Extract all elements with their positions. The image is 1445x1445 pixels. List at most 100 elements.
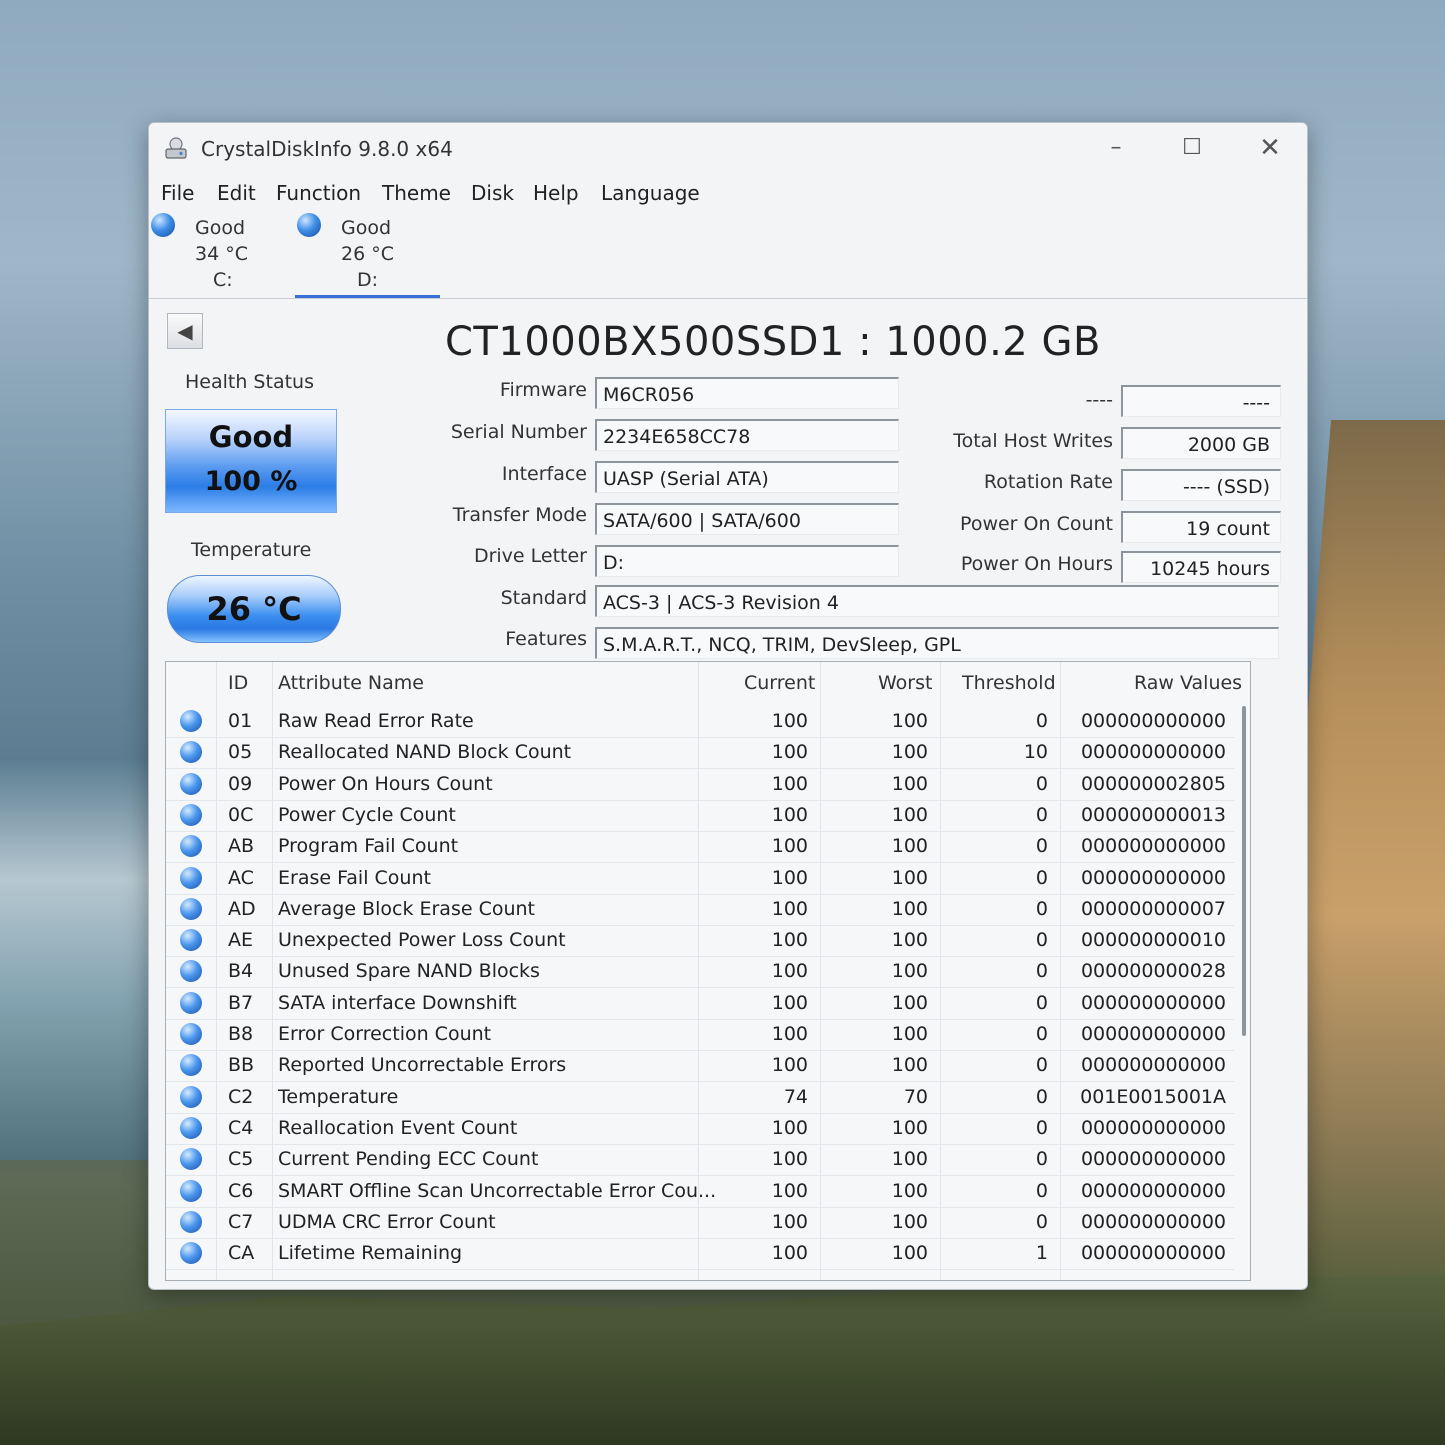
attribute-raw-value: 000000000000 — [1080, 1179, 1226, 1202]
attribute-worst: 100 — [891, 772, 928, 795]
menu-edit[interactable]: Edit — [217, 181, 256, 205]
column-header-threshold[interactable]: Threshold — [962, 672, 1056, 694]
attribute-current: 100 — [771, 1054, 808, 1077]
minimize-button[interactable]: – — [1093, 131, 1139, 165]
firmware-label: Firmware — [499, 379, 587, 401]
table-row[interactable]: AD Average Block Erase Count 100 100 0 000000… — [166, 894, 1234, 926]
menu-function[interactable]: Function — [276, 181, 361, 205]
attribute-raw-value: 000000002805 — [1080, 772, 1226, 795]
attribute-worst: 100 — [891, 1054, 928, 1077]
power-on-count-label: Power On Count — [960, 513, 1113, 535]
rotation-rate-field: ---- (SSD) — [1121, 469, 1281, 501]
attribute-id: C4 — [228, 1116, 254, 1139]
column-header-current[interactable]: Current — [744, 672, 815, 694]
close-button[interactable]: ✕ — [1247, 131, 1293, 165]
table-row[interactable]: B8 Error Correction Count 100 100 0 000000000… — [166, 1019, 1234, 1051]
app-disk-icon — [165, 137, 187, 159]
table-row[interactable]: AC Erase Fail Count 100 100 0 000000000000 — [166, 863, 1234, 895]
column-header-worst[interactable]: Worst — [878, 672, 932, 694]
drive-tab-d[interactable]: Good 26 °C D: — [295, 211, 440, 298]
attribute-name: Erase Fail Count — [278, 866, 431, 889]
attribute-threshold: 0 — [1035, 897, 1048, 920]
table-row[interactable]: B4 Unused Spare NAND Blocks 100 100 0 0000000… — [166, 956, 1234, 989]
attribute-threshold: 0 — [1035, 803, 1048, 826]
serial-number-field: 2234E658CC78 — [595, 419, 899, 451]
menu-help[interactable]: Help — [533, 181, 579, 205]
attribute-worst: 100 — [891, 929, 928, 952]
table-row[interactable]: C2 Temperature 74 70 0 001E0015001A — [166, 1082, 1234, 1114]
attribute-worst: 100 — [891, 897, 928, 920]
attribute-status-orb-icon — [180, 1116, 202, 1139]
attribute-id: C7 — [228, 1210, 254, 1233]
table-row[interactable]: B7 SATA interface Downshift 100 100 0 0000000… — [166, 988, 1234, 1020]
desktop-surf — [0, 760, 170, 1160]
table-scrollbar[interactable] — [1242, 706, 1246, 1036]
table-row[interactable]: C4 Reallocation Event Count 100 100 0 0000000… — [166, 1113, 1234, 1145]
menu-bar: File Edit Function Theme Disk Help Langu… — [149, 175, 1307, 211]
attribute-name: UDMA CRC Error Count — [278, 1210, 496, 1233]
drive-tab-c[interactable]: Good 34 °C C: — [151, 211, 296, 295]
table-row[interactable]: 05 Reallocated NAND Block Count 100 100 10 00… — [166, 737, 1234, 770]
attribute-threshold: 0 — [1035, 1085, 1048, 1108]
table-row[interactable]: C5 Current Pending ECC Count 100 100 0 000000… — [166, 1144, 1234, 1177]
attribute-current: 100 — [771, 1179, 808, 1202]
disk-model-title: CT1000BX500SSD1 : 1000.2 GB — [445, 319, 1101, 365]
title-bar[interactable]: CrystalDiskInfo 9.8.0 x64 – ☐ ✕ — [149, 123, 1307, 173]
drive-letter: C: — [213, 269, 233, 291]
attribute-id: AC — [228, 866, 254, 889]
table-row[interactable]: 0C Power Cycle Count 100 100 0 000000000013 — [166, 800, 1234, 832]
attribute-raw-value: 000000000000 — [1080, 1023, 1226, 1045]
menu-file[interactable]: File — [161, 181, 194, 205]
attribute-raw-value: 000000000000 — [1080, 835, 1226, 858]
attribute-status-orb-icon — [180, 803, 202, 826]
attribute-name: Unused Spare NAND Blocks — [278, 960, 540, 983]
drive-letter: D: — [357, 269, 379, 291]
table-row[interactable]: 09 Power On Hours Count 100 100 0 00000000280… — [166, 769, 1234, 801]
column-header-raw-values[interactable]: Raw Values — [1134, 672, 1242, 694]
attribute-status-orb-icon — [180, 1210, 202, 1233]
attribute-current: 100 — [771, 835, 808, 858]
total-host-writes-label: Total Host Writes — [953, 430, 1113, 452]
menu-disk[interactable]: Disk — [471, 181, 514, 205]
health-status-button[interactable]: Good 100 % — [165, 409, 337, 513]
attribute-current: 100 — [771, 710, 808, 732]
temperature-button[interactable]: 26 °C — [167, 575, 341, 643]
drive-letter-label: Drive Letter — [473, 545, 587, 567]
attribute-threshold: 0 — [1035, 1116, 1048, 1139]
attribute-current: 100 — [771, 803, 808, 826]
health-status-label: Health Status — [185, 371, 314, 393]
attribute-id: 01 — [228, 710, 253, 732]
smart-attributes-table[interactable]: ID Attribute Name Current Worst Threshol… — [165, 661, 1251, 1281]
attribute-threshold: 1 — [1035, 1242, 1048, 1265]
attribute-worst: 100 — [891, 1023, 928, 1045]
menu-language[interactable]: Language — [601, 181, 700, 205]
attribute-raw-value: 000000000000 — [1080, 710, 1226, 732]
power-on-count-field: 19 count — [1121, 511, 1281, 543]
table-row[interactable]: BB Reported Uncorrectable Errors 100 100 0 00… — [166, 1050, 1234, 1083]
attribute-raw-value: 000000000000 — [1080, 866, 1226, 889]
column-header-id[interactable]: ID — [228, 672, 248, 694]
attribute-id: AE — [228, 929, 254, 952]
attribute-name: Raw Read Error Rate — [278, 710, 474, 732]
maximize-button[interactable]: ☐ — [1169, 131, 1215, 165]
table-row[interactable]: 01 Raw Read Error Rate 100 100 0 000000000000 — [166, 706, 1234, 738]
drive-status-orb-icon — [151, 213, 175, 237]
previous-disk-button[interactable]: ◀ — [167, 313, 203, 349]
attribute-threshold: 0 — [1035, 1148, 1048, 1171]
attribute-current: 100 — [771, 1116, 808, 1139]
attribute-current: 100 — [771, 741, 808, 764]
table-row[interactable]: C7 UDMA CRC Error Count 100 100 0 00000000000… — [166, 1207, 1234, 1239]
drive-temp: 34 °C — [195, 243, 248, 265]
table-row[interactable]: AB Program Fail Count 100 100 0 000000000000 — [166, 831, 1234, 864]
attribute-name: Reallocated NAND Block Count — [278, 741, 572, 764]
menu-theme[interactable]: Theme — [382, 181, 451, 205]
table-row[interactable]: AE Unexpected Power Loss Count 100 100 0 0000… — [166, 925, 1234, 958]
attribute-worst: 100 — [891, 803, 928, 826]
attribute-status-orb-icon — [180, 960, 202, 983]
attribute-id: C6 — [228, 1179, 254, 1202]
attribute-id: 09 — [228, 772, 253, 795]
column-header-attribute-name[interactable]: Attribute Name — [278, 672, 424, 694]
table-row[interactable]: CA Lifetime Remaining 100 100 1 000000000000 — [166, 1238, 1234, 1271]
table-row[interactable]: C6 SMART Offline Scan Uncorrectable Error… — [166, 1176, 1234, 1208]
attribute-threshold: 0 — [1035, 866, 1048, 889]
